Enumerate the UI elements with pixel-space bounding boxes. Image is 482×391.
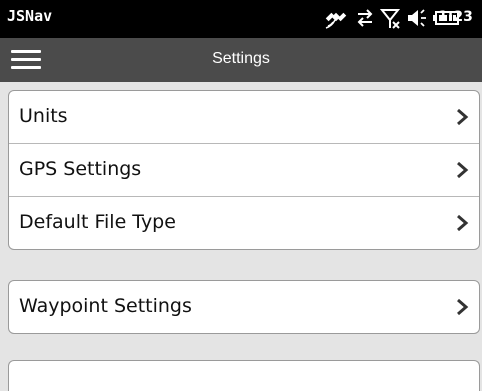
settings-item-waypoint-settings[interactable]: Waypoint Settings [9,281,479,333]
chevron-right-icon [457,298,469,316]
satellite-icon [325,12,347,29]
clock: 1:23 [438,9,473,25]
settings-item-default-file-type[interactable]: Default File Type [9,197,479,249]
settings-group-waypoints: Waypoint Settings [8,280,480,334]
settings-group-general: Units GPS Settings Default File Type [8,90,480,250]
data-transfer-icon [357,9,373,27]
chevron-right-icon [457,214,469,232]
no-signal-icon [380,9,401,29]
page-title: Settings [212,50,270,67]
settings-item-label: Units [19,105,68,127]
settings-item-label: GPS Settings [19,158,142,180]
volume-icon [408,9,426,27]
chevron-right-icon [457,108,469,126]
status-bar: JSNav 1:23 [0,0,482,38]
settings-list[interactable]: Units GPS Settings Default File Type Way… [0,82,482,391]
settings-item-label: Waypoint Settings [19,295,192,317]
settings-item-gps-settings[interactable]: GPS Settings [9,144,479,197]
title-bar: Settings [0,38,482,82]
chevron-right-icon [457,161,469,179]
settings-item-label: Default File Type [19,211,176,233]
settings-item-units[interactable]: Units [9,91,479,144]
app-name: JSNav [7,7,53,25]
